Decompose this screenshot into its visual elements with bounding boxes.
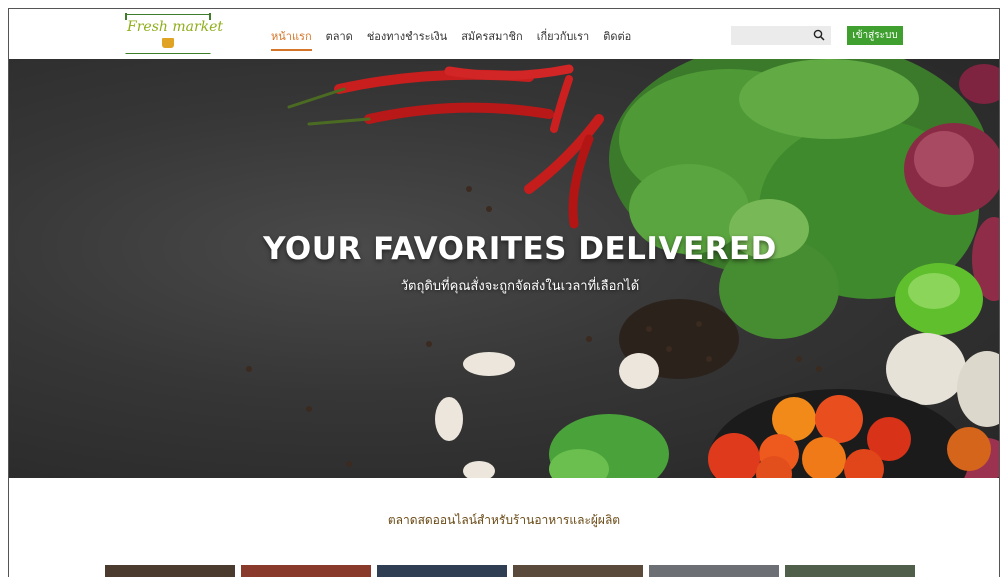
thumbnail-3[interactable] xyxy=(377,565,507,577)
main-nav: หน้าแรก ตลาด ช่องทางชำระเงิน สมัครสมาชิก… xyxy=(271,27,645,51)
tomato-bowl-image xyxy=(708,389,991,478)
thumbnail-6[interactable] xyxy=(785,565,915,577)
search-icon[interactable] xyxy=(813,29,825,41)
hero-banner: YOUR FAVORITES DELIVERED วัตถุดิบที่คุณส… xyxy=(9,59,999,478)
hero-title: YOUR FAVORITES DELIVERED xyxy=(263,231,777,267)
product-thumbnails xyxy=(105,565,915,577)
logo[interactable]: Fresh market xyxy=(125,13,224,54)
hero-image xyxy=(246,59,999,478)
nav-item-market[interactable]: ตลาด xyxy=(326,27,353,51)
chili-image xyxy=(287,64,604,229)
mint-image xyxy=(549,414,669,478)
hero-subtitle: วัตถุดิบที่คุณสั่งจะถูกจัดส่งในเวลาที่เล… xyxy=(400,279,640,294)
page-frame: Fresh market หน้าแรก ตลาด ช่องทางชำระเงิ… xyxy=(8,8,1000,577)
thumbnail-4[interactable] xyxy=(513,565,643,577)
thumbnail-2[interactable] xyxy=(241,565,371,577)
nav-item-register[interactable]: สมัครสมาชิก xyxy=(461,27,523,51)
header: Fresh market หน้าแรก ตลาด ช่องทางชำระเงิ… xyxy=(9,9,999,59)
login-button[interactable]: เข้าสู่ระบบ xyxy=(847,26,903,45)
nav-item-contact[interactable]: ติดต่อ xyxy=(603,27,631,51)
thumbnail-1[interactable] xyxy=(105,565,235,577)
nav-item-home[interactable]: หน้าแรก xyxy=(271,27,312,51)
search-input[interactable] xyxy=(731,26,809,45)
search-box xyxy=(731,26,831,45)
nav-item-payment[interactable]: ช่องทางชำระเงิน xyxy=(367,27,447,51)
section-title: ตลาดสดออนไลน์สำหรับร้านอาหารและผู้ผลิต xyxy=(387,513,621,527)
logo-text: Fresh market xyxy=(127,19,224,35)
nav-item-about[interactable]: เกี่ยวกับเรา xyxy=(537,27,590,51)
thumbnail-5[interactable] xyxy=(649,565,779,577)
basket-icon xyxy=(162,38,174,48)
